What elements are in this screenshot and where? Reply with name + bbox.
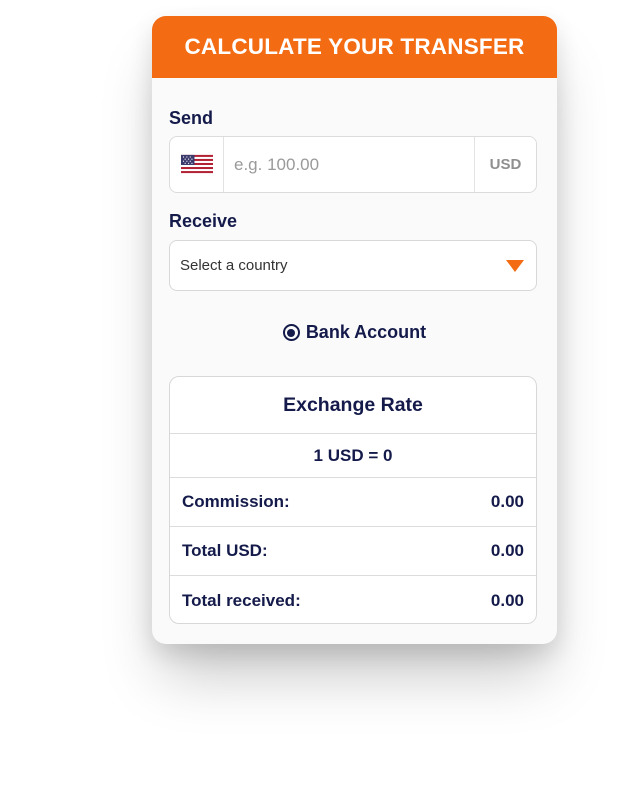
currency-flag[interactable] xyxy=(170,137,224,192)
total-usd-row: Total USD: 0.00 xyxy=(170,527,536,576)
bank-account-label: Bank Account xyxy=(305,322,427,342)
commission-value: 0.00 xyxy=(490,492,524,511)
send-currency-code: USD xyxy=(474,137,536,192)
calculator-title: CALCULATE YOUR TRANSFER xyxy=(184,34,525,59)
us-flag-icon xyxy=(180,154,213,175)
total-usd-value: 0.00 xyxy=(490,541,524,560)
exchange-rate-table: Exchange Rate 1 USD = 0 Commission: 0.00… xyxy=(169,376,537,624)
commission-label: Commission: xyxy=(182,492,290,511)
country-select-value: Select a country xyxy=(180,257,288,274)
commission-row: Commission: 0.00 xyxy=(170,478,536,527)
page-background: CALCULATE YOUR TRANSFER Send e.g. 100.00… xyxy=(0,0,635,799)
send-amount-field: USD xyxy=(169,136,537,193)
receive-label: Receive xyxy=(169,211,238,231)
calculator-header: CALCULATE YOUR TRANSFER xyxy=(152,16,557,78)
total-received-value: 0.00 xyxy=(490,590,524,610)
exchange-rate-value: 1 USD = 0 xyxy=(170,434,536,478)
radio-dot xyxy=(287,328,296,337)
transfer-calculator-card: CALCULATE YOUR TRANSFER Send e.g. 100.00… xyxy=(152,16,557,644)
send-label: Send xyxy=(169,108,214,128)
bank-account-option[interactable]: Bank Account xyxy=(152,322,557,343)
triangle-down-icon xyxy=(506,259,524,272)
total-usd-label: Total USD: xyxy=(182,541,268,560)
radio-selected-icon[interactable] xyxy=(282,324,300,341)
exchange-rate-title: Exchange Rate xyxy=(170,377,536,434)
receive-country-select[interactable]: Select a country xyxy=(169,240,537,291)
send-amount-input[interactable] xyxy=(224,137,474,192)
total-received-label: Total received: xyxy=(182,590,301,610)
total-received-row: Total received: 0.00 xyxy=(170,576,536,623)
